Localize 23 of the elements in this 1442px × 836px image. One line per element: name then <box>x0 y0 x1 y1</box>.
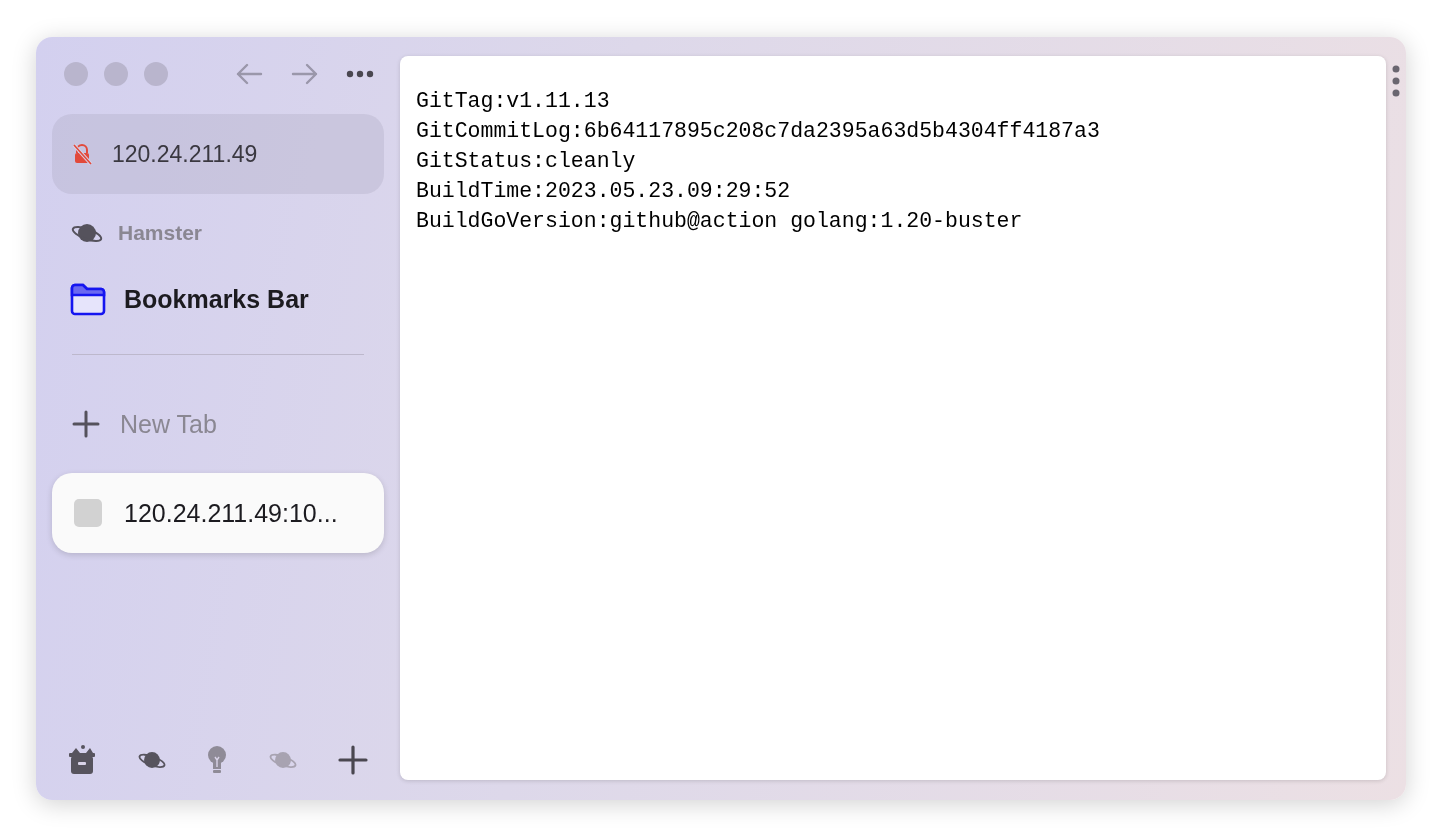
text-line: GitTag:v1.11.13 <box>416 88 610 115</box>
more-icon[interactable] <box>1392 65 1400 97</box>
planet-icon <box>70 221 104 245</box>
back-icon[interactable] <box>234 62 264 86</box>
space-name: Hamster <box>118 221 203 245</box>
text-line: BuildTime:2023.05.23.09:29:52 <box>416 178 791 205</box>
text-line: GitStatus:cleanly <box>416 148 636 175</box>
forward-icon[interactable] <box>290 62 320 86</box>
minimize-button[interactable] <box>104 62 128 86</box>
text-line: BuildGoVersion:github@action golang:1.20-buster <box>416 208 1023 235</box>
address-bar[interactable]: 120.24.211.49 <box>52 114 384 194</box>
archive-box-icon[interactable] <box>68 744 96 776</box>
folder-icon <box>70 282 106 316</box>
plus-icon <box>72 410 100 438</box>
tab[interactable]: 120.24.211.49:10... <box>52 473 384 553</box>
text-line: GitCommitLog:6b64117895c208c7da2395a63d5b4304ff4187a3 <box>416 118 1100 145</box>
close-button[interactable] <box>64 62 88 86</box>
zoom-button[interactable] <box>144 62 168 86</box>
lightbulb-icon[interactable] <box>207 745 227 775</box>
bookmark-folder[interactable]: Bookmarks Bar <box>52 274 384 324</box>
page-icon <box>74 499 102 527</box>
plus-icon[interactable] <box>338 745 368 775</box>
more-icon[interactable] <box>346 70 374 78</box>
